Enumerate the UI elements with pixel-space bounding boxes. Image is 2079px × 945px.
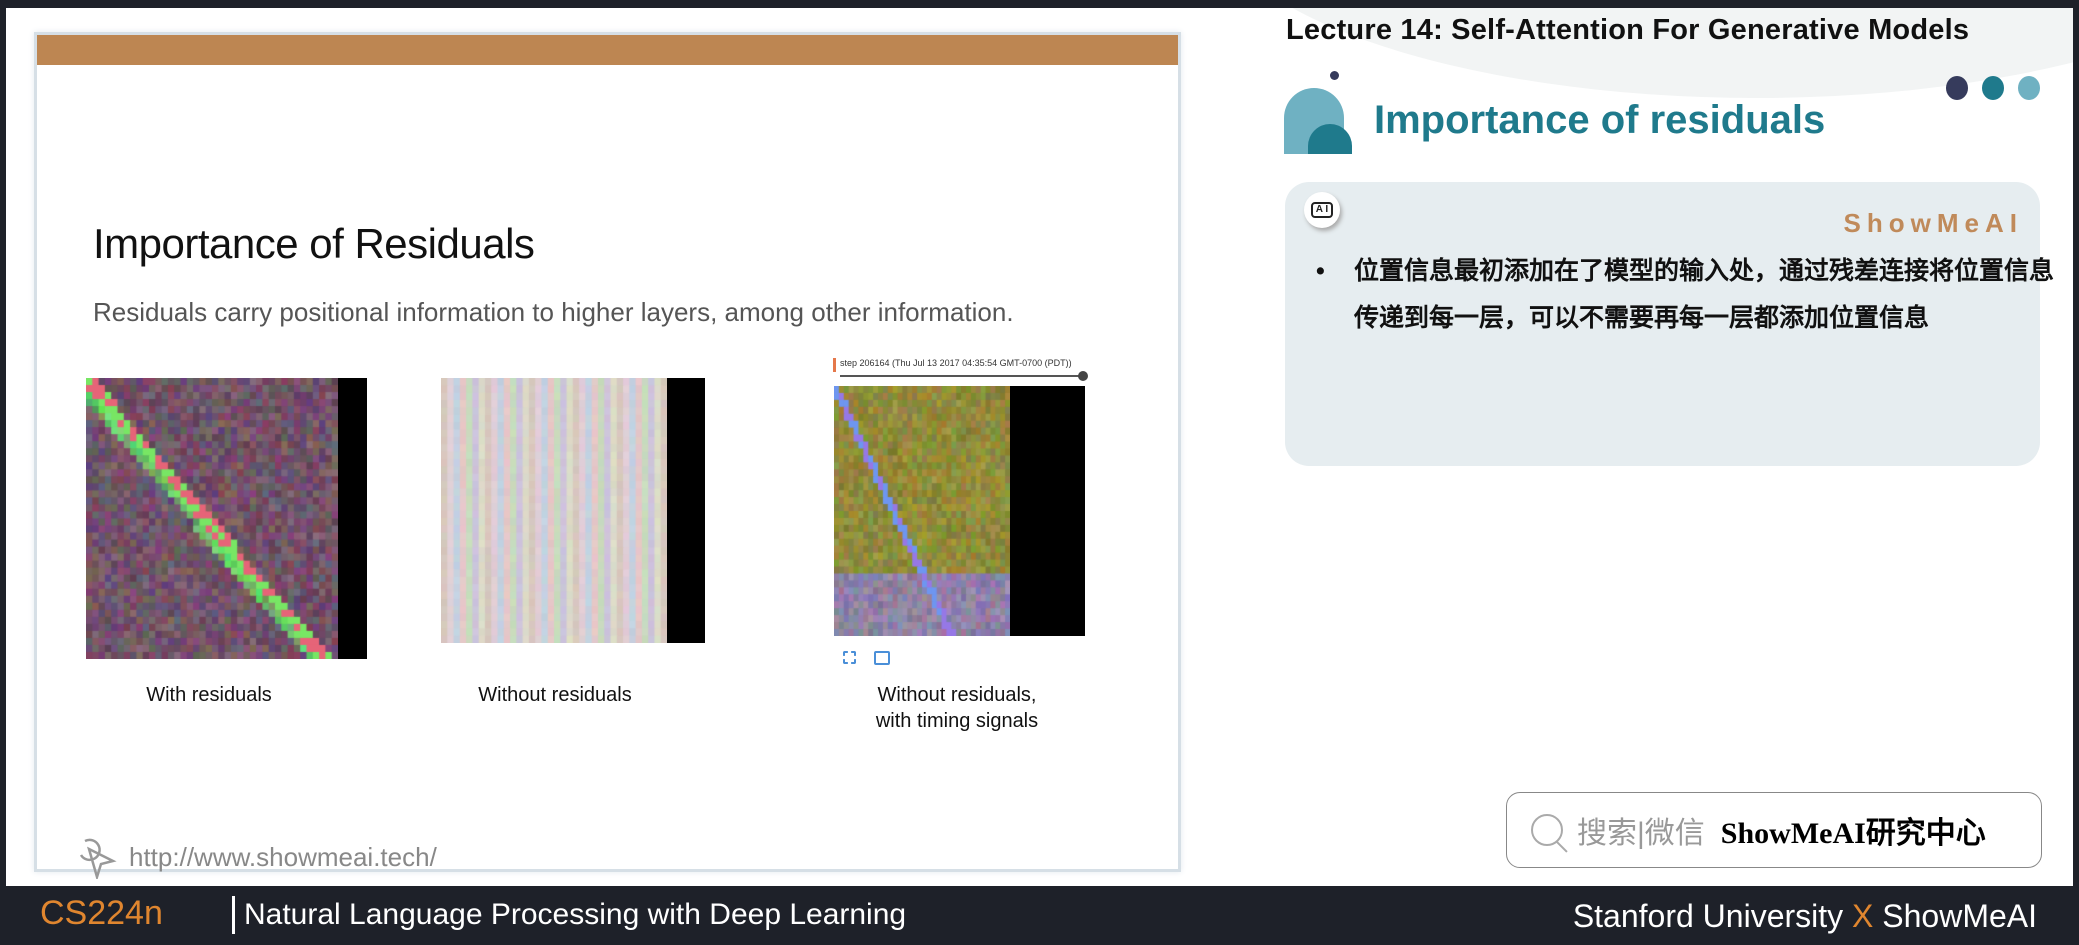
course-code: CS224n — [40, 894, 163, 932]
step-label: step 206164 (Thu Jul 13 2017 04:35:54 GM… — [840, 358, 1072, 368]
credit-university: Stanford University — [1572, 898, 1844, 934]
black-bar — [1010, 386, 1085, 636]
figure-with-residuals — [86, 378, 367, 659]
slide-viewer: Importance of Residuals Residuals carry … — [6, 8, 2073, 886]
figure-without-residuals — [441, 378, 705, 643]
fit-image-icon[interactable] — [874, 650, 891, 665]
figure-timing-signals — [834, 386, 1085, 636]
footer-bar: CS224n Natural Language Processing with … — [0, 886, 2079, 945]
website-link[interactable]: http://www.showmeai.tech/ — [77, 835, 437, 879]
decorative-shape — [1308, 124, 1352, 154]
ai-robot-icon: A I — [1304, 192, 1340, 228]
slide-accent-bar — [37, 35, 1178, 65]
slider-track[interactable] — [840, 375, 1084, 377]
caption-line: Without residuals, — [877, 684, 1037, 706]
wechat-search-box[interactable]: 搜索|微信 ShowMeAI研究中心 — [1506, 792, 2042, 868]
search-account: ShowMeAI研究中心 — [1720, 817, 1986, 850]
search-label: 搜索|微信 — [1577, 817, 1705, 850]
caption-line: with timing signals — [875, 710, 1039, 732]
figure-controls — [843, 649, 904, 667]
step-marker — [833, 358, 836, 372]
black-bar — [338, 378, 367, 659]
caption-timing-signals: Without residuals, with timing signals — [807, 682, 1107, 734]
decorative-dot — [1330, 71, 1339, 80]
attention-heatmap-without-residuals — [441, 378, 667, 643]
decorative-dot — [1982, 76, 2004, 100]
search-icon — [1531, 814, 1563, 846]
credit: Stanford University X ShowMeAI — [1573, 898, 2037, 935]
decorative-dot — [1946, 76, 1968, 100]
fullscreen-icon[interactable] — [843, 651, 856, 665]
attention-heatmap-with-residuals — [86, 378, 338, 659]
divider — [232, 896, 235, 934]
caption-without-residuals: Without residuals — [478, 684, 632, 706]
brand-label: ShowMeAI — [1843, 208, 2023, 238]
black-bar — [667, 378, 705, 643]
slide: Importance of Residuals Residuals carry … — [37, 35, 1178, 879]
bullet-text: 位置信息最初添加在了模型的输入处，通过残差连接将位置信息传递到每一层，可以不需要… — [1306, 248, 2073, 342]
decorative-dot — [2018, 76, 2040, 100]
lecture-title: Lecture 14: Self-Attention For Generativ… — [1286, 14, 1970, 46]
slide-subtitle: Residuals carry positional information t… — [93, 297, 1014, 327]
attention-heatmap-timing-signals — [834, 386, 1010, 636]
section-heading: Importance of residuals — [1374, 98, 1826, 142]
caption-with-residuals: With residuals — [146, 684, 272, 706]
credit-brand: ShowMeAI — [1882, 898, 2037, 934]
course-name: Natural Language Processing with Deep Le… — [244, 898, 907, 931]
slide-title: Importance of Residuals — [93, 220, 535, 267]
cursor-icon — [79, 838, 117, 879]
slider-knob[interactable] — [1078, 371, 1088, 381]
url-text: http://www.showmeai.tech/ — [129, 841, 437, 872]
credit-x: X — [1852, 898, 1874, 934]
